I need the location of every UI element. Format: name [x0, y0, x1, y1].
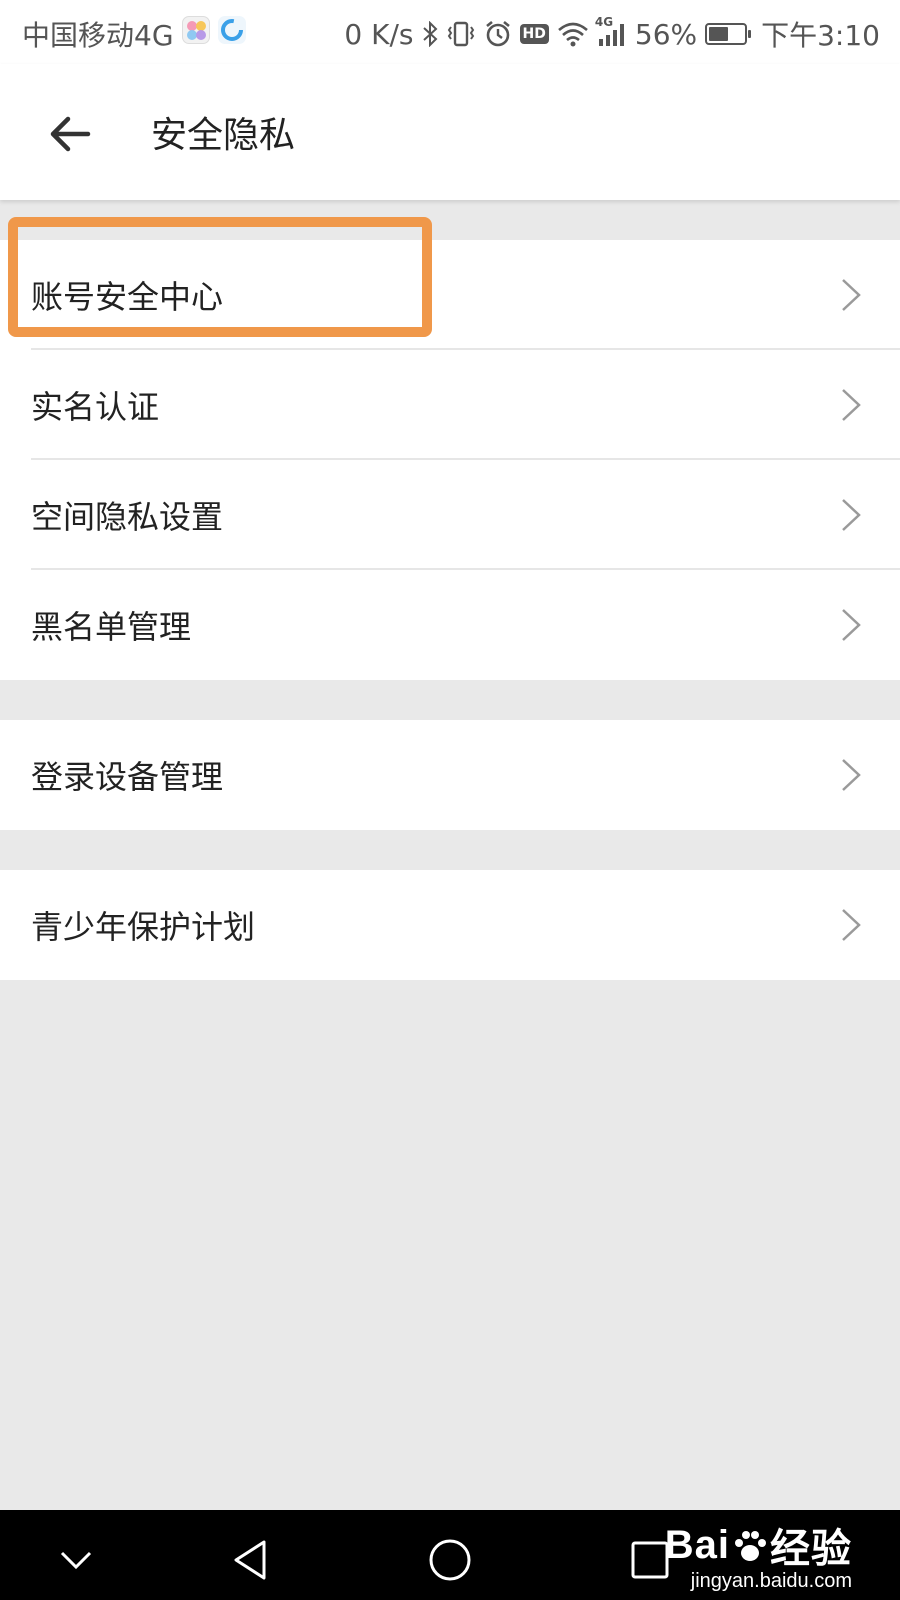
browser-app-icon	[218, 16, 246, 44]
carrier-label: 中国移动4G	[22, 19, 174, 52]
list-item-youth-protection[interactable]: 青少年保护计划	[0, 870, 900, 980]
chevron-right-icon	[842, 389, 861, 421]
app-bar: 安全隐私	[0, 64, 900, 200]
petal-app-icon	[182, 16, 210, 44]
status-indicators: 0 K/s HD 4G 56% 下午3:10	[344, 14, 880, 54]
list-item-label: 实名认证	[31, 388, 160, 426]
back-triangle-icon	[234, 1540, 266, 1580]
hd-icon: HD	[519, 24, 549, 44]
battery-icon	[705, 23, 752, 45]
bluetooth-icon	[422, 21, 438, 47]
list-item-label: 空间隐私设置	[31, 498, 224, 536]
vibrate-icon	[446, 20, 476, 48]
back-button[interactable]	[40, 104, 100, 164]
list-item-space-privacy[interactable]: 空间隐私设置	[0, 460, 900, 570]
settings-group-security: 账号安全中心 实名认证 空间隐私设置 黑名单管理	[0, 240, 900, 680]
list-item-real-name[interactable]: 实名认证	[0, 350, 900, 460]
watermark-brand-text: Bai	[664, 1522, 730, 1567]
list-item-account-security[interactable]: 账号安全中心	[0, 240, 900, 350]
page-title: 安全隐私	[151, 115, 296, 156]
battery-fill	[709, 27, 729, 41]
arrow-left-icon	[50, 116, 91, 152]
settings-group-devices: 登录设备管理	[0, 720, 900, 830]
status-bar: 中国移动4G 0 K/s HD 4G 56% 下午3:10	[0, 0, 900, 64]
chevron-right-icon	[842, 909, 861, 941]
signal-icon: 4G	[595, 15, 627, 47]
collapse-button[interactable]	[46, 1530, 106, 1590]
settings-group-youth: 青少年保护计划	[0, 870, 900, 980]
wifi-icon	[557, 21, 589, 47]
chevron-right-icon	[842, 279, 861, 311]
home-circle-icon	[429, 1539, 471, 1581]
battery-percent: 56%	[634, 17, 698, 51]
chevron-right-icon	[842, 499, 861, 531]
list-item-login-devices[interactable]: 登录设备管理	[0, 720, 900, 830]
chevron-down-icon	[60, 1551, 92, 1570]
watermark-url: jingyan.baidu.com	[690, 1570, 852, 1592]
watermark-brand-suffix: 经验	[770, 1527, 852, 1571]
list-item-label: 账号安全中心	[31, 278, 224, 316]
nav-home-button[interactable]	[420, 1530, 480, 1590]
clock: 下午3:10	[761, 19, 880, 52]
network-type-label: 4G	[594, 15, 614, 29]
system-nav-bar: Bai 经验 jingyan.baidu.com	[0, 1510, 900, 1600]
alarm-icon	[484, 20, 512, 48]
list-item-label: 登录设备管理	[31, 758, 224, 796]
list-item-label: 青少年保护计划	[31, 908, 256, 946]
list-item-label: 黑名单管理	[31, 608, 192, 646]
list-item-blacklist[interactable]: 黑名单管理	[0, 570, 900, 680]
watermark-brand: Bai 经验	[665, 1516, 852, 1574]
nav-back-button[interactable]	[220, 1530, 280, 1590]
paw-icon	[732, 1528, 768, 1562]
chevron-right-icon	[842, 609, 861, 641]
chevron-right-icon	[842, 759, 861, 791]
net-speed-label: 0 K/s	[344, 17, 414, 51]
baidu-jingyan-watermark: Bai 经验 jingyan.baidu.com	[665, 1516, 852, 1593]
